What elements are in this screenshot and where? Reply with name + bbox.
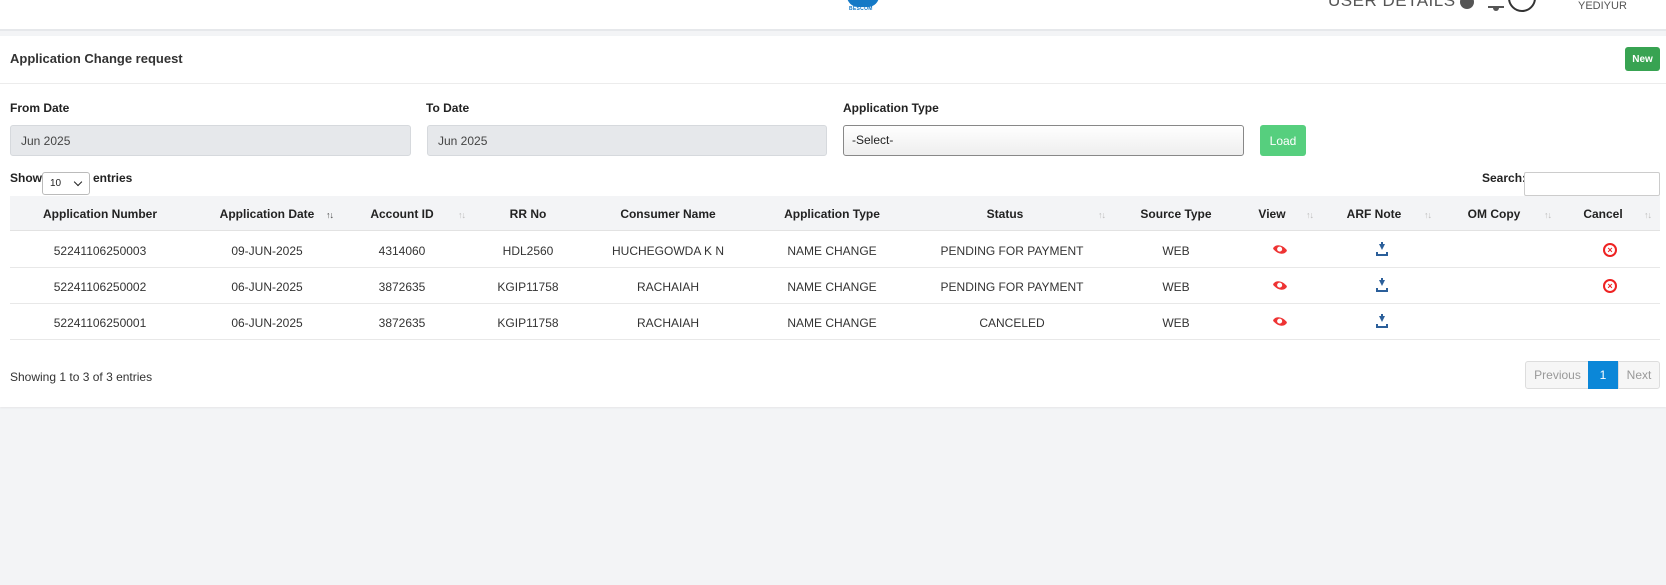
- col-account-id[interactable]: Account ID: [370, 207, 433, 221]
- search-label: Search:: [1482, 171, 1527, 185]
- cell-rr-no: KGIP11758: [497, 280, 559, 294]
- col-application-type[interactable]: Application Type: [784, 207, 880, 221]
- info-icon: [1459, 0, 1474, 9]
- cell-app-no: 52241106250002: [53, 280, 147, 294]
- cell-rr-no: KGIP11758: [497, 316, 559, 330]
- cell-account-id: 3872635: [378, 280, 426, 294]
- cell-rr-no: HDL2560: [502, 244, 554, 258]
- show-label: Show: [10, 171, 42, 185]
- user-details-label: USER DETAILS: [1328, 0, 1456, 10]
- sort-icon[interactable]: ↑↓: [458, 210, 466, 220]
- next-page-button[interactable]: Next: [1618, 361, 1660, 389]
- user-details-menu[interactable]: USER DETAILS: [1328, 0, 1474, 11]
- col-view[interactable]: View: [1258, 207, 1285, 221]
- top-navbar: BESCOM USER DETAILS YEDIYUR: [0, 0, 1666, 31]
- sort-desc-icon[interactable]: ↑↓: [326, 210, 334, 220]
- download-icon[interactable]: [1376, 242, 1388, 256]
- cell-source: WEB: [1162, 316, 1190, 330]
- table-row: 52241106250002 06-JUN-2025 3872635 KGIP1175…: [10, 268, 1660, 304]
- cell-status: PENDING FOR PAYMENT: [940, 280, 1084, 294]
- entries-per-page-select[interactable]: 10: [42, 172, 90, 195]
- sort-icon[interactable]: ↑↓: [1098, 210, 1106, 220]
- table-row: 52241106250001 06-JUN-2025 3872635 KGIP1175…: [10, 304, 1660, 340]
- card-header: Application Change request New: [0, 36, 1666, 84]
- col-rr-no[interactable]: RR No: [510, 207, 547, 221]
- eye-icon[interactable]: [1272, 242, 1288, 257]
- table-info: Showing 1 to 3 of 3 entries: [10, 370, 153, 384]
- new-button[interactable]: New: [1625, 47, 1660, 71]
- cell-app-date: 09-JUN-2025: [231, 244, 303, 258]
- page-1-button[interactable]: 1: [1588, 361, 1618, 389]
- logo-text: BESCOM: [849, 6, 873, 12]
- chevron-down-icon: [73, 177, 83, 187]
- col-application-date[interactable]: Application Date: [220, 207, 315, 221]
- bescom-logo[interactable]: BESCOM: [845, 0, 881, 14]
- user-avatar-icon[interactable]: [1508, 0, 1536, 12]
- cell-app-type: NAME CHANGE: [787, 244, 877, 258]
- col-source-type[interactable]: Source Type: [1140, 207, 1211, 221]
- sort-icon[interactable]: ↑↓: [1644, 210, 1652, 220]
- col-cancel[interactable]: Cancel: [1583, 207, 1622, 221]
- application-type-select[interactable]: -Select-: [843, 125, 1244, 156]
- cancel-circle-icon[interactable]: ×: [1603, 279, 1617, 293]
- col-status[interactable]: Status: [987, 207, 1024, 221]
- entries-label: entries: [93, 171, 133, 185]
- cell-source: WEB: [1162, 280, 1190, 294]
- cell-app-type: NAME CHANGE: [787, 316, 877, 330]
- search-input[interactable]: [1524, 172, 1660, 196]
- from-date-label: From Date: [10, 101, 70, 115]
- table-row: 52241106250003 09-JUN-2025 4314060 HDL2560 H…: [10, 232, 1660, 268]
- to-date-input[interactable]: Jun 2025: [427, 125, 827, 156]
- sort-icon[interactable]: ↑↓: [1424, 210, 1432, 220]
- entries-value: 10: [50, 178, 62, 189]
- cell-consumer: RACHAIAH: [636, 280, 700, 294]
- col-arf-note[interactable]: ARF Note: [1347, 207, 1402, 221]
- download-icon[interactable]: [1376, 278, 1388, 292]
- cell-status: CANCELED: [979, 316, 1045, 330]
- cell-app-date: 06-JUN-2025: [231, 280, 303, 294]
- to-date-label: To Date: [426, 101, 470, 115]
- cell-app-date: 06-JUN-2025: [231, 316, 303, 330]
- cell-source: WEB: [1162, 244, 1190, 258]
- load-button[interactable]: Load: [1260, 125, 1306, 156]
- cell-status: PENDING FOR PAYMENT: [940, 244, 1084, 258]
- cell-app-type: NAME CHANGE: [787, 280, 877, 294]
- cell-consumer: HUCHEGOWDA K N: [611, 244, 725, 258]
- previous-page-button[interactable]: Previous: [1525, 361, 1590, 389]
- sort-icon[interactable]: ↑↓: [1544, 210, 1552, 220]
- col-consumer-name[interactable]: Consumer Name: [620, 207, 715, 221]
- eye-icon[interactable]: [1272, 314, 1288, 329]
- cell-app-no: 52241106250001: [53, 316, 147, 330]
- col-application-number[interactable]: Application Number: [43, 207, 157, 221]
- table-header: Application Number Application Date ↑↓ A…: [10, 196, 1660, 231]
- cell-app-no: 52241106250003: [53, 244, 147, 258]
- page-title: Application Change request: [10, 51, 183, 66]
- cell-account-id: 4314060: [378, 244, 426, 258]
- user-name: YEDIYUR: [1578, 0, 1627, 12]
- notification-bell-icon[interactable]: [1488, 0, 1504, 11]
- cell-consumer: RACHAIAH: [636, 316, 700, 330]
- application-type-label: Application Type: [843, 101, 939, 115]
- application-change-card: Application Change request New From Date…: [0, 36, 1666, 407]
- download-icon[interactable]: [1376, 314, 1388, 328]
- eye-icon[interactable]: [1272, 278, 1288, 293]
- from-date-input[interactable]: Jun 2025: [10, 125, 411, 156]
- col-om-copy[interactable]: OM Copy: [1468, 207, 1521, 221]
- sort-icon[interactable]: ↑↓: [1306, 210, 1314, 220]
- cancel-circle-icon[interactable]: ×: [1603, 243, 1617, 257]
- cell-account-id: 3872635: [378, 316, 426, 330]
